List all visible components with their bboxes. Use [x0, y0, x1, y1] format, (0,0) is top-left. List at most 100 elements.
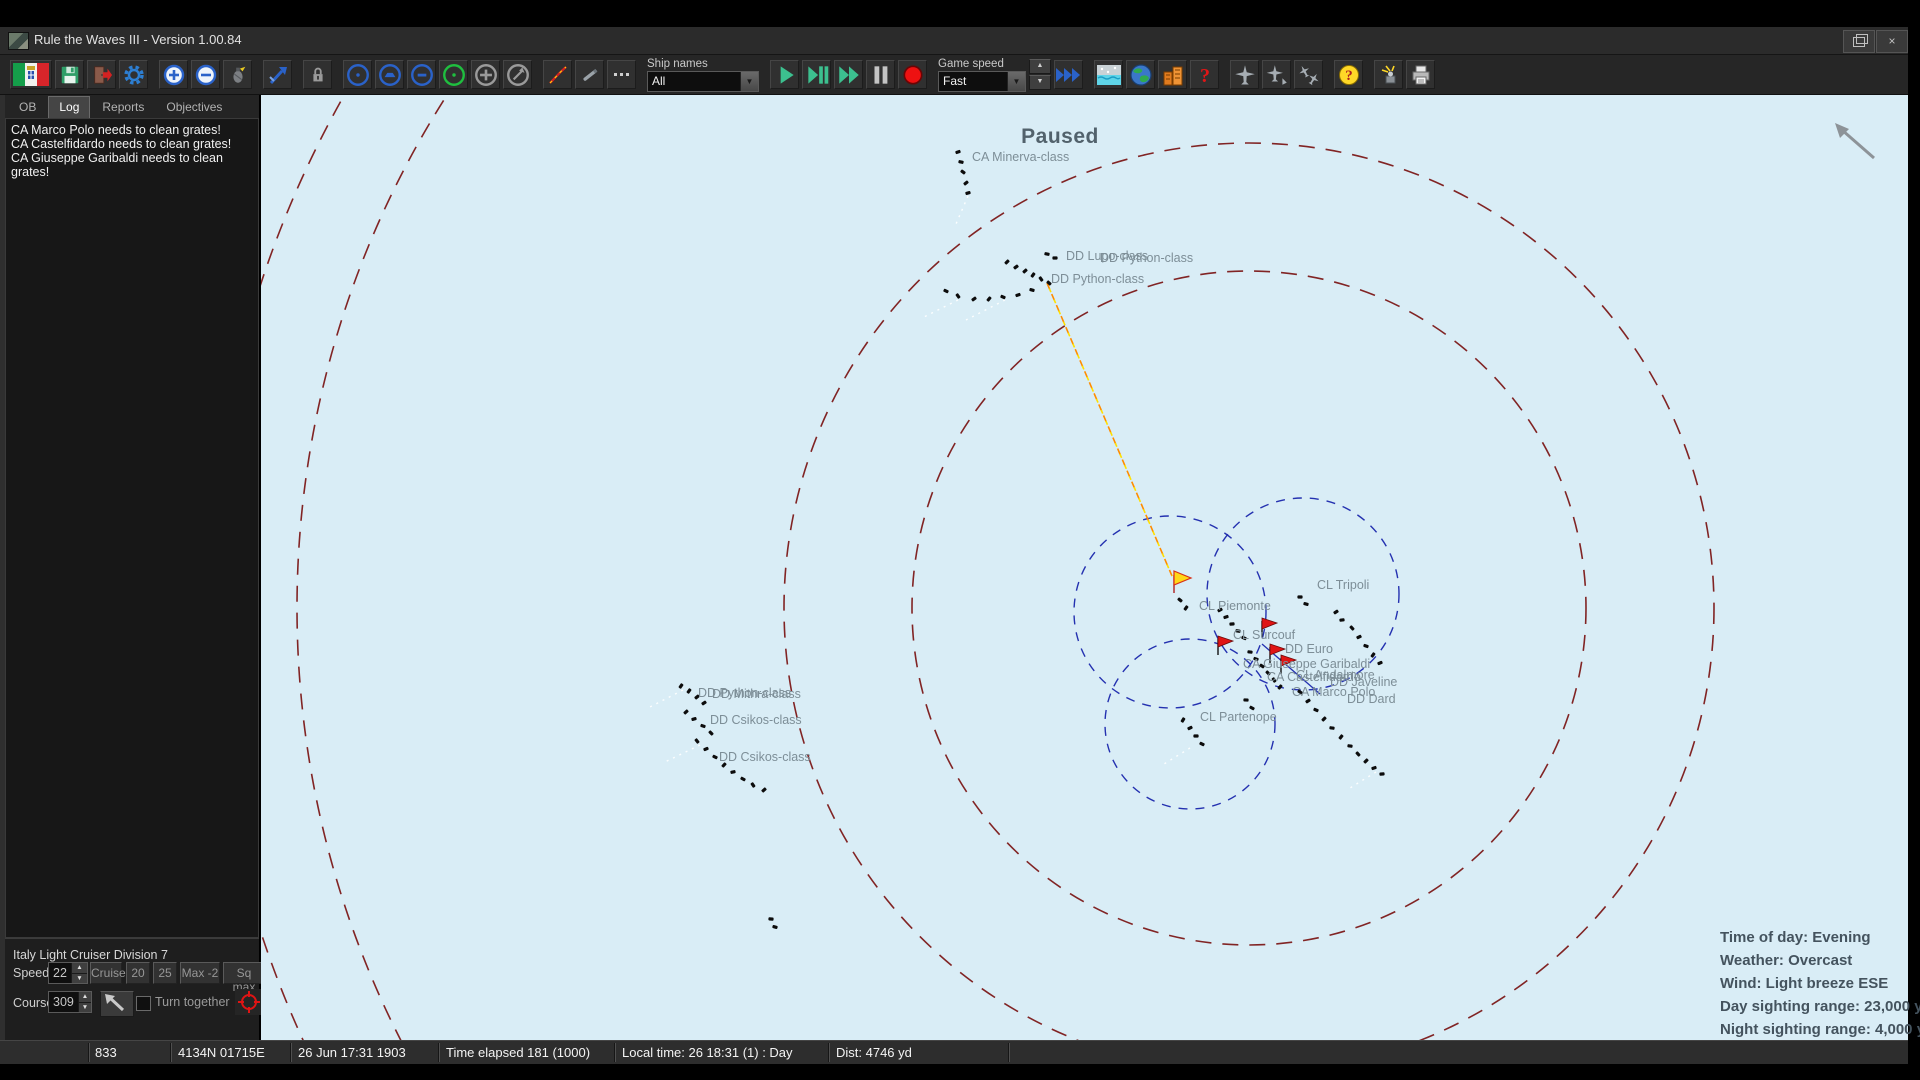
aircraft-mission-button[interactable]: [1262, 60, 1291, 89]
play-pause-button[interactable]: [802, 60, 831, 89]
game-speed-spinner[interactable]: ▲ ▼: [1029, 59, 1051, 90]
ship-marker[interactable]: [955, 293, 961, 299]
ship-marker[interactable]: [1193, 734, 1199, 738]
ship-marker[interactable]: [1363, 758, 1369, 764]
speed-stepper-arrows[interactable]: ▲ ▼: [71, 963, 87, 985]
pause-button[interactable]: [866, 60, 895, 89]
game-speed-select[interactable]: Fast ▼: [938, 70, 1026, 92]
fast-forward-blue-button[interactable]: [1054, 60, 1083, 89]
zoom-out-button[interactable]: [191, 60, 220, 89]
exit-game-button[interactable]: [87, 60, 116, 89]
range-circle-off-button[interactable]: [407, 60, 436, 89]
ship-marker[interactable]: [1356, 634, 1362, 640]
sidebar-tab-log[interactable]: Log: [48, 96, 91, 118]
ship-marker[interactable]: [1183, 605, 1189, 611]
ship-marker[interactable]: [1229, 622, 1235, 626]
ship-marker[interactable]: [730, 770, 736, 774]
restore-window-button[interactable]: [1843, 30, 1875, 53]
enemy-division-flag[interactable]: [1217, 635, 1235, 648]
division-flag-target-button[interactable]: [235, 989, 263, 1015]
ship-names-select[interactable]: All ▼: [647, 70, 759, 92]
ship-marker[interactable]: [1243, 698, 1249, 702]
ship-marker[interactable]: [686, 688, 692, 694]
sidebar-tab-objectives[interactable]: Objectives: [156, 97, 232, 118]
ship-marker[interactable]: [761, 787, 767, 793]
ship-marker[interactable]: [1180, 717, 1186, 723]
weather-panel-button[interactable]: [1094, 60, 1123, 89]
fast-forward-button[interactable]: [834, 60, 863, 89]
ship-marker[interactable]: [750, 782, 756, 788]
ship-marker[interactable]: [963, 180, 969, 186]
spin-up-icon[interactable]: ▲: [1029, 59, 1051, 74]
ship-marker[interactable]: [1044, 252, 1050, 256]
range-circle-ship-button[interactable]: [375, 60, 404, 89]
course-stepper[interactable]: 309 ▲ ▼: [48, 991, 92, 1014]
shell-splash-dots-button[interactable]: [607, 60, 636, 89]
ship-marker[interactable]: [768, 917, 774, 921]
ship-marker[interactable]: [1177, 597, 1183, 603]
intel-red-question-button[interactable]: ?: [1190, 60, 1219, 89]
ship-marker[interactable]: [678, 683, 684, 689]
ship-marker[interactable]: [1022, 268, 1028, 274]
ship-marker[interactable]: [971, 296, 977, 302]
ship-marker[interactable]: [1199, 741, 1205, 747]
ship-marker[interactable]: [986, 296, 992, 302]
speed-preset-20[interactable]: 20: [126, 962, 150, 984]
stop-record-button[interactable]: [898, 60, 927, 89]
help-question-button[interactable]: ?: [1334, 60, 1363, 89]
ship-marker[interactable]: [1338, 734, 1344, 740]
ship-marker[interactable]: [691, 717, 697, 721]
log-panel[interactable]: CA Marco Polo needs to clean grates! CA C…: [5, 118, 259, 938]
ship-marker[interactable]: [1377, 660, 1383, 666]
sidebar-tab-reports[interactable]: Reports: [92, 97, 154, 118]
speed-preset-25[interactable]: 25: [153, 962, 177, 984]
ship-marker[interactable]: [772, 924, 778, 930]
range-circle-dot-button[interactable]: [343, 60, 372, 89]
torpedo-button[interactable]: [575, 60, 604, 89]
ship-marker[interactable]: [1277, 684, 1283, 690]
range-circle-green-button[interactable]: [439, 60, 468, 89]
ship-marker[interactable]: [1030, 272, 1036, 278]
ship-marker[interactable]: [1000, 294, 1006, 300]
ship-marker[interactable]: [1379, 772, 1385, 776]
almanac-buildings-button[interactable]: [1158, 60, 1187, 89]
speed-preset-cruise[interactable]: Cruise: [90, 962, 126, 984]
ship-marker[interactable]: [960, 169, 966, 175]
plot-course-arrow-button[interactable]: [263, 60, 292, 89]
speed-preset-max--2[interactable]: Max -2: [180, 962, 220, 984]
ship-marker[interactable]: [1329, 726, 1335, 730]
ship-marker[interactable]: [1321, 716, 1327, 722]
ship-marker[interactable]: [1223, 614, 1229, 620]
close-window-button[interactable]: ×: [1876, 30, 1908, 53]
ship-marker[interactable]: [1339, 618, 1345, 622]
ship-marker[interactable]: [1349, 625, 1355, 631]
ship-marker[interactable]: [1303, 602, 1309, 606]
lock-view-button[interactable]: [303, 60, 332, 89]
dropdown-arrow-icon[interactable]: ▼: [740, 71, 758, 91]
ship-marker[interactable]: [1187, 725, 1193, 731]
ship-marker[interactable]: [1355, 751, 1361, 757]
ship-marker[interactable]: [1347, 744, 1353, 748]
print-button[interactable]: [1406, 60, 1435, 89]
ship-marker[interactable]: [955, 149, 961, 155]
ship-marker[interactable]: [1038, 276, 1044, 282]
ship-marker[interactable]: [1371, 765, 1377, 771]
play-button[interactable]: [770, 60, 799, 89]
dropdown-arrow-icon[interactable]: ▼: [1007, 71, 1025, 91]
ship-marker[interactable]: [694, 738, 700, 744]
ship-marker[interactable]: [712, 754, 718, 760]
draw-red-line-button[interactable]: [543, 60, 572, 89]
world-map-globe-button[interactable]: [1126, 60, 1155, 89]
ship-marker[interactable]: [1305, 698, 1311, 704]
ship-marker[interactable]: [1313, 707, 1319, 713]
aircraft-combat-button[interactable]: [1294, 60, 1323, 89]
ship-marker[interactable]: [1247, 650, 1253, 654]
turn-together-checkbox[interactable]: [136, 996, 151, 1011]
ship-marker[interactable]: [1029, 288, 1035, 292]
ship-marker[interactable]: [701, 700, 707, 706]
ship-marker[interactable]: [1004, 259, 1010, 265]
ship-marker[interactable]: [958, 160, 964, 164]
ship-marker[interactable]: [740, 776, 746, 782]
spin-down-icon[interactable]: ▼: [1029, 75, 1051, 90]
italy-flag-button[interactable]: [10, 60, 52, 89]
